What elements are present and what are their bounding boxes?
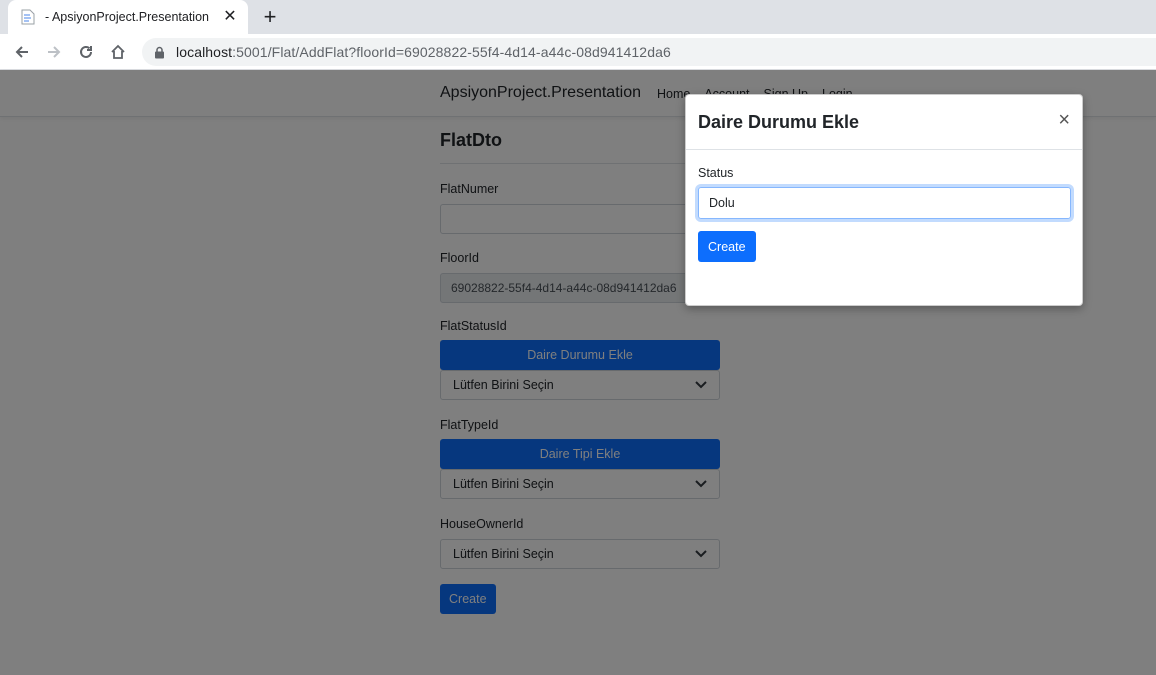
modal-title: Daire Durumu Ekle <box>698 112 860 132</box>
status-label: Status <box>698 166 734 180</box>
back-arrow-icon[interactable] <box>10 40 34 64</box>
address-bar[interactable]: localhost:5001/Flat/AddFlat?floorId=6902… <box>142 38 1156 66</box>
browser-toolbar: localhost:5001/Flat/AddFlat?floorId=6902… <box>0 34 1156 70</box>
home-icon[interactable] <box>106 40 130 64</box>
lock-icon <box>152 45 166 59</box>
tab-title: - ApsiyonProject.Presentation <box>45 10 209 24</box>
modal-header: Daire Durumu Ekle × <box>686 95 1082 150</box>
url-text: localhost:5001/Flat/AddFlat?floorId=6902… <box>176 44 671 60</box>
close-icon[interactable]: × <box>1058 109 1070 132</box>
add-status-modal: Daire Durumu Ekle × Status Dolu Create <box>685 94 1083 306</box>
browser-tab[interactable]: - ApsiyonProject.Presentation ✕ <box>8 0 248 34</box>
reload-icon[interactable] <box>74 40 98 64</box>
status-input[interactable]: Dolu <box>698 187 1071 219</box>
new-tab-icon[interactable]: + <box>256 4 284 29</box>
page-icon <box>20 9 36 25</box>
forward-arrow-icon[interactable] <box>42 40 66 64</box>
close-tab-icon[interactable]: ✕ <box>222 9 238 25</box>
browser-tabstrip: - ApsiyonProject.Presentation ✕ + <box>0 0 1156 34</box>
modal-create-button[interactable]: Create <box>698 231 756 262</box>
